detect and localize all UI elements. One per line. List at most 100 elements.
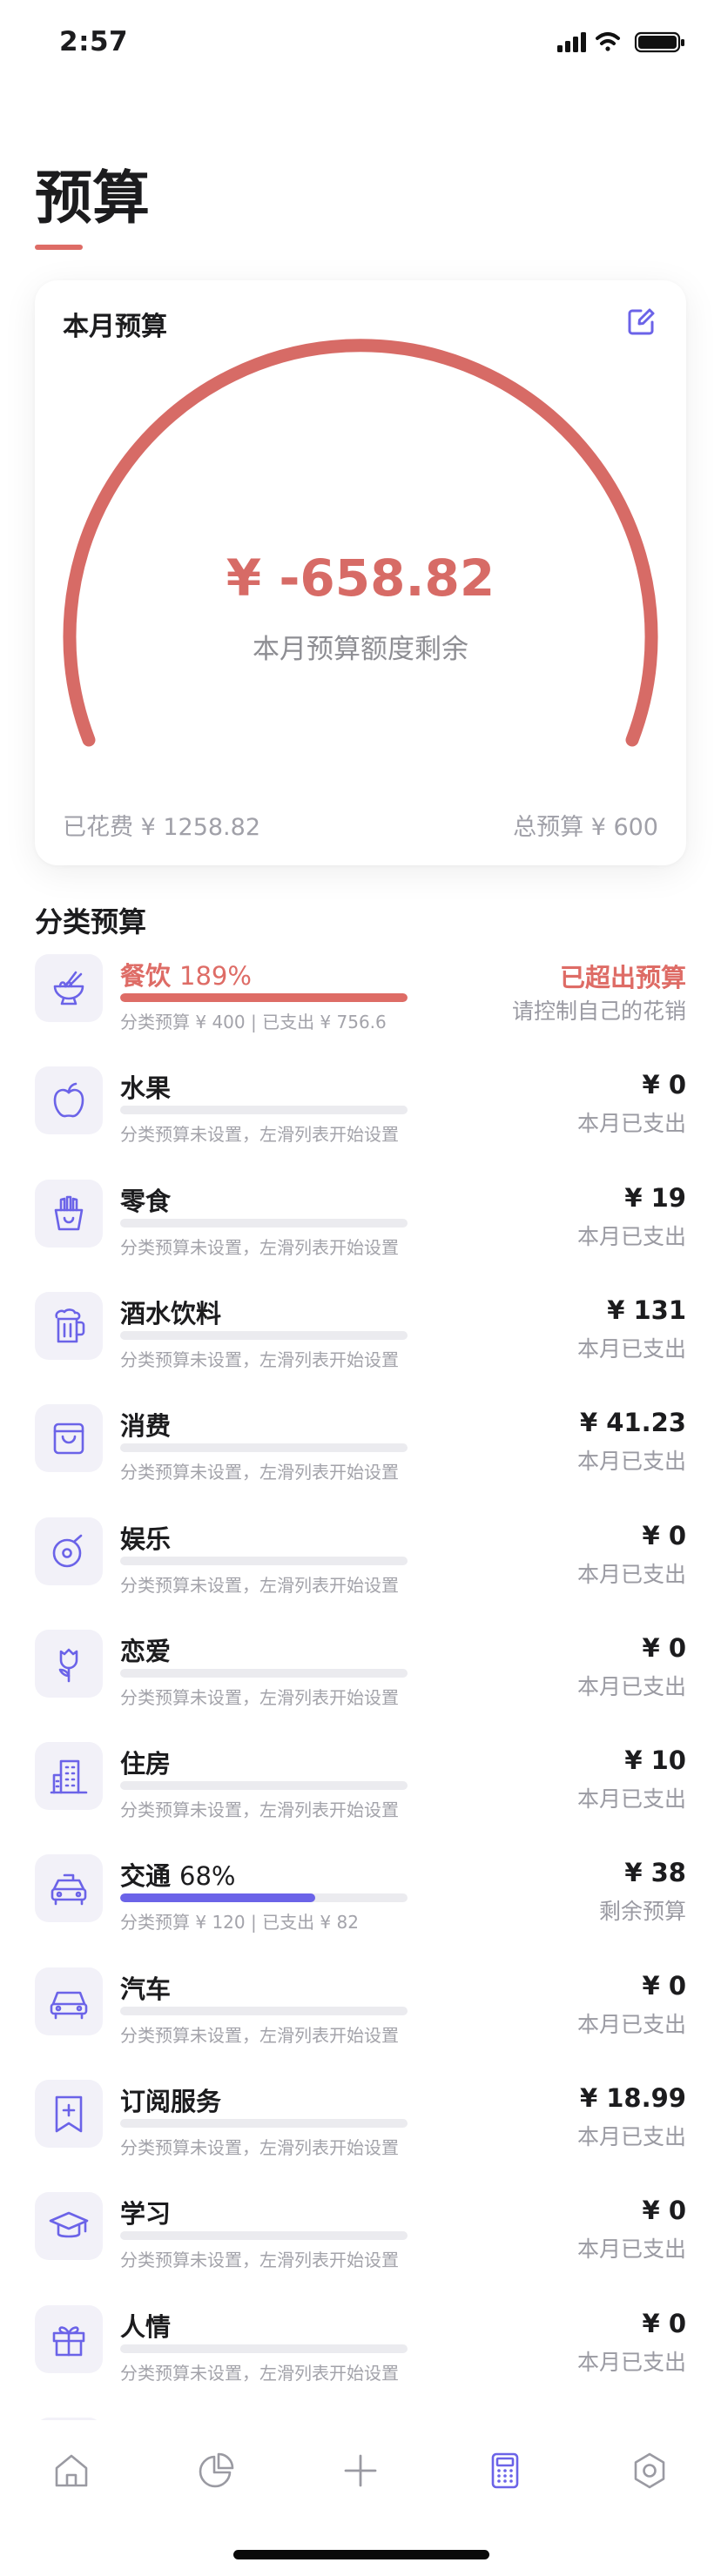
category-row[interactable]: 酒水饮料分类预算未设置，左滑列表开始设置 ¥ 131 本月已支出: [0, 1292, 721, 1379]
section-title: 分类预算: [35, 905, 147, 938]
category-amount: ¥ 0: [642, 1971, 686, 2001]
status-time: 2:57: [59, 26, 129, 57]
category-icon-tile: [35, 1854, 103, 1922]
tab-budget[interactable]: [479, 2445, 531, 2497]
category-note: 本月已支出: [576, 1111, 686, 1136]
category-label: 酒水饮料: [120, 1299, 222, 1328]
category-name: 酒水饮料: [120, 1294, 230, 1330]
category-row[interactable]: 订阅服务分类预算未设置，左滑列表开始设置 ¥ 18.99 本月已支出: [0, 2080, 721, 2167]
category-label: 交通: [120, 1861, 172, 1891]
category-progress-track: [120, 993, 408, 1002]
category-subtext: 分类预算未设置，左滑列表开始设置: [120, 2250, 399, 2270]
category-row[interactable]: 学习分类预算未设置，左滑列表开始设置 ¥ 0 本月已支出: [0, 2192, 721, 2279]
noodle-bowl-icon: [53, 971, 84, 1006]
category-name: 恋爱: [120, 1631, 179, 1668]
category-row[interactable]: 消费 分类预算未设置，左滑列表开始设置 ¥ 41.23 本月已支出: [0, 1404, 721, 1491]
category-label: 恋爱: [120, 1637, 172, 1666]
category-label: 住房: [120, 1749, 172, 1779]
category-note: 本月已支出: [576, 1336, 686, 1362]
category-icon-tile: [35, 1404, 103, 1472]
pie-chart-icon: [199, 2452, 234, 2488]
category-row[interactable]: 餐饮 189% 分类预算 ¥ 400 | 已支出 ¥ 756.6 已超出预算 请控制自己…: [0, 954, 721, 1041]
category-progress-track: [120, 2007, 408, 2015]
category-icon-tile: [35, 2305, 103, 2373]
tab-settings[interactable]: [623, 2445, 676, 2497]
category-row[interactable]: 零食 分类预算未设置，左滑列表开始设置 ¥ 19 本月已支出: [0, 1180, 721, 1267]
category-subtext: 分类预算未设置，左滑列表开始设置: [120, 2137, 399, 2158]
category-progress-fill: [120, 1893, 316, 1902]
category-label: 水果: [120, 1073, 172, 1103]
category-progress-track: [120, 2344, 408, 2353]
category-note: 本月已支出: [576, 2124, 686, 2149]
plus-icon: [344, 2454, 377, 2487]
category-amount: ¥ 0: [642, 1070, 686, 1100]
category-icon-tile: [35, 2192, 103, 2260]
category-amount: ¥ 18.99: [579, 2083, 686, 2113]
tab-bar: [0, 2420, 721, 2525]
remaining-label: 本月预算额度剩余: [253, 634, 468, 665]
category-label: 订阅服务: [120, 2087, 222, 2116]
category-subtext: 分类预算未设置，左滑列表开始设置: [120, 2025, 399, 2046]
tab-add-record[interactable]: [334, 2445, 387, 2497]
category-row[interactable]: 人情 分类预算未设置，左滑列表开始设置 ¥ 0 本月已支出: [0, 2305, 721, 2392]
category-row[interactable]: 汽车 分类预算未设置，左滑列表开始设置 ¥ 0 本月已支出: [0, 1967, 721, 2055]
category-note: 本月已支出: [576, 1786, 686, 1812]
category-icon-tile: [35, 954, 103, 1022]
apple-icon: [53, 1082, 84, 1118]
settings-icon: [634, 2452, 665, 2489]
category-label: 人情: [120, 2312, 172, 2342]
category-row[interactable]: 恋爱 分类预算未设置，左滑列表开始设置 ¥ 0 本月已支出: [0, 1630, 721, 1717]
gauge-arc: [63, 339, 658, 747]
category-name: 住房: [120, 1744, 179, 1780]
category-amount: ¥ 0: [642, 1633, 686, 1663]
category-subtext: 分类预算未设置，左滑列表开始设置: [120, 1687, 399, 1708]
category-subtext: 分类预算未设置，左滑列表开始设置: [120, 1799, 399, 1820]
category-name: 零食: [120, 1181, 179, 1218]
spent-text: 已花费 ¥ 1258.82: [63, 814, 260, 841]
category-subtext: 分类预算未设置，左滑列表开始设置: [120, 1349, 399, 1370]
gift-icon: [52, 2326, 85, 2357]
taxi-icon: [51, 1873, 87, 1906]
category-row[interactable]: 交通 68% 分类预算 ¥ 120 | 已支出 ¥ 82 ¥ 38 剩余预算: [0, 1854, 721, 1941]
category-amount: ¥ 38: [624, 1858, 686, 1887]
category-row[interactable]: 住房 分类预算未设置，左滑列表开始设置 ¥ 10 本月已支出: [0, 1742, 721, 1829]
category-subtext: 分类预算未设置，左滑列表开始设置: [120, 1575, 399, 1596]
category-subtext: 分类预算未设置，左滑列表开始设置: [120, 2363, 399, 2384]
category-amount: ¥ 0: [642, 2196, 686, 2225]
category-note: 本月已支出: [576, 2236, 686, 2262]
category-progress-track: [120, 1893, 408, 1902]
status-icons: [557, 31, 684, 53]
category-row[interactable]: 水果分类预算未设置，左滑列表开始设置 ¥ 0 本月已支出: [0, 1066, 721, 1153]
tab-home[interactable]: [45, 2445, 98, 2497]
category-progress-track: [120, 1781, 408, 1790]
category-row[interactable]: 娱乐 分类预算未设置，左滑列表开始设置 ¥ 0 本月已支出: [0, 1517, 721, 1604]
category-icon-tile: [35, 1180, 103, 1248]
category-amount: ¥ 131: [607, 1295, 686, 1325]
category-subtext: 分类预算未设置，左滑列表开始设置: [120, 1237, 399, 1258]
category-progress-track: [120, 1219, 408, 1227]
home-indicator: [233, 2550, 489, 2559]
category-icon-tile: [35, 2080, 103, 2148]
title-underline: [35, 245, 83, 250]
monthly-budget-card: 本月预算 ¥ -658.82 本月预算额度剩余 已花费 ¥ 1258.82 总预…: [35, 280, 686, 865]
category-name: 汽车: [120, 1969, 179, 2006]
category-percent: 189%: [179, 961, 252, 991]
category-label: 餐饮: [120, 961, 172, 991]
bookmark-plus-icon: [55, 2095, 83, 2133]
signal-icon: [557, 32, 586, 52]
calculator-icon: [491, 2452, 519, 2489]
category-label: 学习: [120, 2199, 172, 2229]
category-subtext: 分类预算未设置，左滑列表开始设置: [120, 1124, 399, 1145]
category-progress-track: [120, 1557, 408, 1565]
category-subtext: 分类预算未设置，左滑列表开始设置: [120, 1462, 399, 1483]
category-label: 汽车: [120, 1974, 172, 2004]
category-icon-tile: [35, 1967, 103, 2035]
category-progress-track: [120, 1669, 408, 1678]
shopping-bag-icon: [53, 1423, 84, 1455]
category-progress-track: [120, 1331, 408, 1340]
category-note: 本月已支出: [576, 2350, 686, 2375]
tab-stats[interactable]: [190, 2445, 242, 2497]
category-name: 水果: [120, 1068, 179, 1105]
graduation-cap-icon: [49, 2211, 89, 2238]
category-label: 消费: [120, 1411, 172, 1441]
